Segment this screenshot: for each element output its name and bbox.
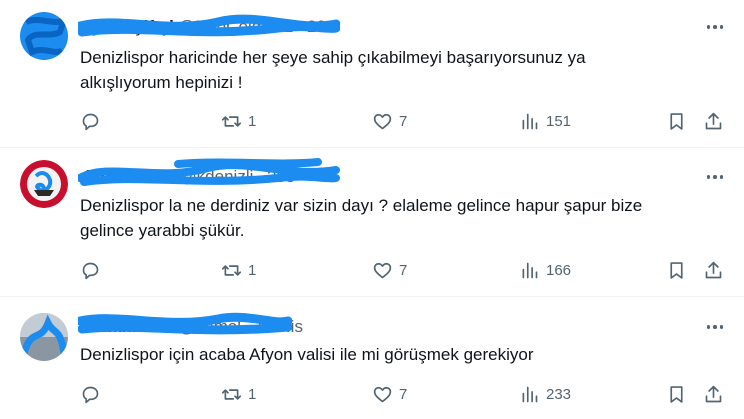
timestamp[interactable]: 16 Nis: [255, 317, 303, 336]
user-handle[interactable]: @RedColdie71: [178, 17, 294, 36]
bookmark-icon: [670, 112, 683, 130]
more-icon: [706, 325, 711, 329]
more-options-button[interactable]: [704, 16, 726, 38]
retweet-icon: [221, 115, 242, 127]
retweet-icon: [221, 388, 242, 400]
separator-dot: ·: [257, 167, 264, 186]
bookmark-icon: [670, 385, 683, 403]
tweet-actions: 1 7 151: [80, 110, 724, 132]
more-icon: [706, 25, 711, 29]
retweet-button[interactable]: 1: [221, 110, 256, 132]
retweet-icon: [221, 264, 242, 276]
avatar[interactable]: [20, 160, 68, 208]
tweet-header: Kullanıcı 20 @cemal · 16 Nis: [80, 316, 303, 338]
reply-icon: [82, 386, 99, 403]
share-button[interactable]: [703, 259, 724, 281]
separator-dot: ·: [297, 17, 304, 36]
separator-dot: ·: [245, 317, 251, 336]
reply-button[interactable]: [80, 259, 107, 281]
share-icon: [705, 261, 722, 278]
tweet-header: Aykut Çiftçi @RedColdie71 · 20s: [80, 16, 334, 38]
reply-button[interactable]: [80, 110, 107, 132]
reply-icon: [82, 262, 99, 279]
tweet-actions: 1 7 166: [80, 259, 724, 281]
reply-icon: [82, 113, 99, 130]
like-button[interactable]: 7: [372, 259, 407, 281]
views-icon: [522, 386, 538, 402]
like-icon: [373, 113, 392, 129]
display-name[interactable]: Aykut Çiftçi: [80, 17, 174, 36]
avatar[interactable]: [20, 12, 68, 60]
retweet-button[interactable]: 1: [221, 383, 256, 405]
share-button[interactable]: [703, 383, 724, 405]
tweet-actions: 1 7 233: [80, 383, 724, 405]
tweet-1[interactable]: Aykut Çiftçi @RedColdie71 · 20s Denizlispor…: [0, 0, 744, 148]
like-button[interactable]: 7: [372, 110, 407, 132]
retweet-button[interactable]: 1: [221, 259, 256, 281]
tweet-text: Denizlispor için acaba Afyon valisi ile …: [80, 345, 534, 364]
bookmark-button[interactable]: [666, 110, 687, 132]
tweet-text: Denizlispor haricinde her şeye sahip çık…: [80, 48, 586, 92]
share-icon: [705, 112, 722, 129]
user-handle[interactable]: @cemal: [178, 317, 241, 336]
tweet-3[interactable]: Kullanıcı 20 @cemal · 16 Nis Denizlispor iç…: [0, 297, 744, 419]
like-icon: [373, 262, 392, 278]
bookmark-button[interactable]: [666, 383, 687, 405]
bookmark-button[interactable]: [666, 259, 687, 281]
user-handle[interactable]: @kdenizli: [179, 167, 253, 186]
share-button[interactable]: [703, 110, 724, 132]
share-icon: [705, 385, 722, 402]
timestamp[interactable]: 20s: [307, 17, 334, 36]
views-icon: [522, 262, 538, 278]
bookmark-icon: [670, 261, 683, 279]
views-button[interactable]: 151: [519, 110, 571, 132]
views-button[interactable]: 166: [519, 259, 571, 281]
like-icon: [373, 386, 392, 402]
like-button[interactable]: 7: [372, 383, 407, 405]
reply-button[interactable]: [80, 383, 107, 405]
more-options-button[interactable]: [704, 166, 726, 188]
timestamp[interactable]: 20s: [267, 167, 294, 186]
more-icon: [706, 175, 711, 179]
tweet-2[interactable]: denizlimeza @kdenizli · 20s Denizlispor la …: [0, 148, 744, 297]
tweet-text: Denizlispor la ne derdiniz var sizin day…: [80, 196, 643, 240]
display-name[interactable]: Kullanıcı 20: [80, 317, 174, 336]
tweet-header: denizlimeza @kdenizli · 20s: [80, 166, 294, 188]
more-options-button[interactable]: [704, 316, 726, 338]
views-icon: [522, 113, 538, 129]
display-name[interactable]: denizlimeza: [80, 167, 175, 186]
views-button[interactable]: 233: [519, 383, 571, 405]
avatar[interactable]: [20, 313, 68, 361]
